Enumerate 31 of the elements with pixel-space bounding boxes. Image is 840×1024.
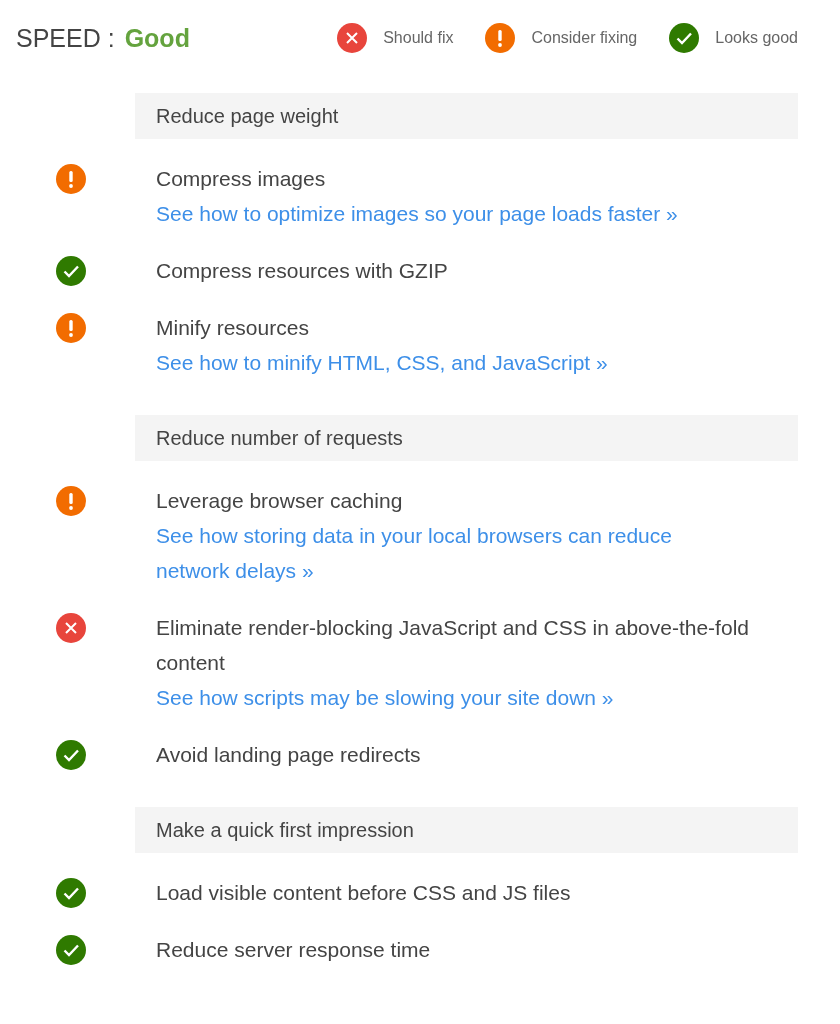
score-value: Good — [124, 23, 190, 53]
rule-title: Load visible content before CSS and JS files — [156, 880, 572, 906]
exclamation-icon — [56, 312, 86, 343]
rule-title: Compress images — [156, 166, 327, 192]
rule-title: Minify resources — [156, 315, 310, 341]
check-icon — [669, 23, 700, 53]
exclamation-icon — [485, 23, 516, 53]
help-link[interactable]: See how to optimize images so your page loads faster » — [156, 196, 736, 231]
legend-label: Consider fixing — [531, 29, 638, 47]
exclamation-icon — [56, 485, 86, 516]
check-icon — [56, 739, 86, 770]
rule-title: Leverage browser caching — [156, 488, 404, 514]
exclamation-icon — [56, 163, 86, 194]
cross-icon — [337, 23, 368, 53]
help-link[interactable]: See how scripts may be slowing your site down » — [156, 680, 736, 715]
rule-title: Eliminate render-blocking JavaScript and CSS in above-the-fold content — [156, 615, 750, 676]
section-header: Make a quick first impression — [135, 807, 798, 853]
rule-title: Compress resources with GZIP — [156, 258, 449, 284]
help-link[interactable]: See how storing data in your local browsers can reduce network delays » — [156, 518, 736, 588]
cross-icon — [56, 612, 86, 643]
check-icon — [56, 255, 86, 286]
check-icon — [56, 877, 86, 908]
legend-label: Looks good — [715, 29, 798, 47]
help-link[interactable]: See how to minify HTML, CSS, and JavaScript » — [156, 345, 736, 380]
rule-title: Reduce server response time — [156, 937, 432, 963]
section-header: Reduce page weight — [135, 93, 798, 139]
check-icon — [56, 934, 86, 965]
legend-label: Should fix — [383, 29, 454, 47]
rule-title: Avoid landing page redirects — [156, 742, 422, 768]
section-header: Reduce number of requests — [135, 415, 798, 461]
score-label: SPEED : — [16, 23, 115, 53]
